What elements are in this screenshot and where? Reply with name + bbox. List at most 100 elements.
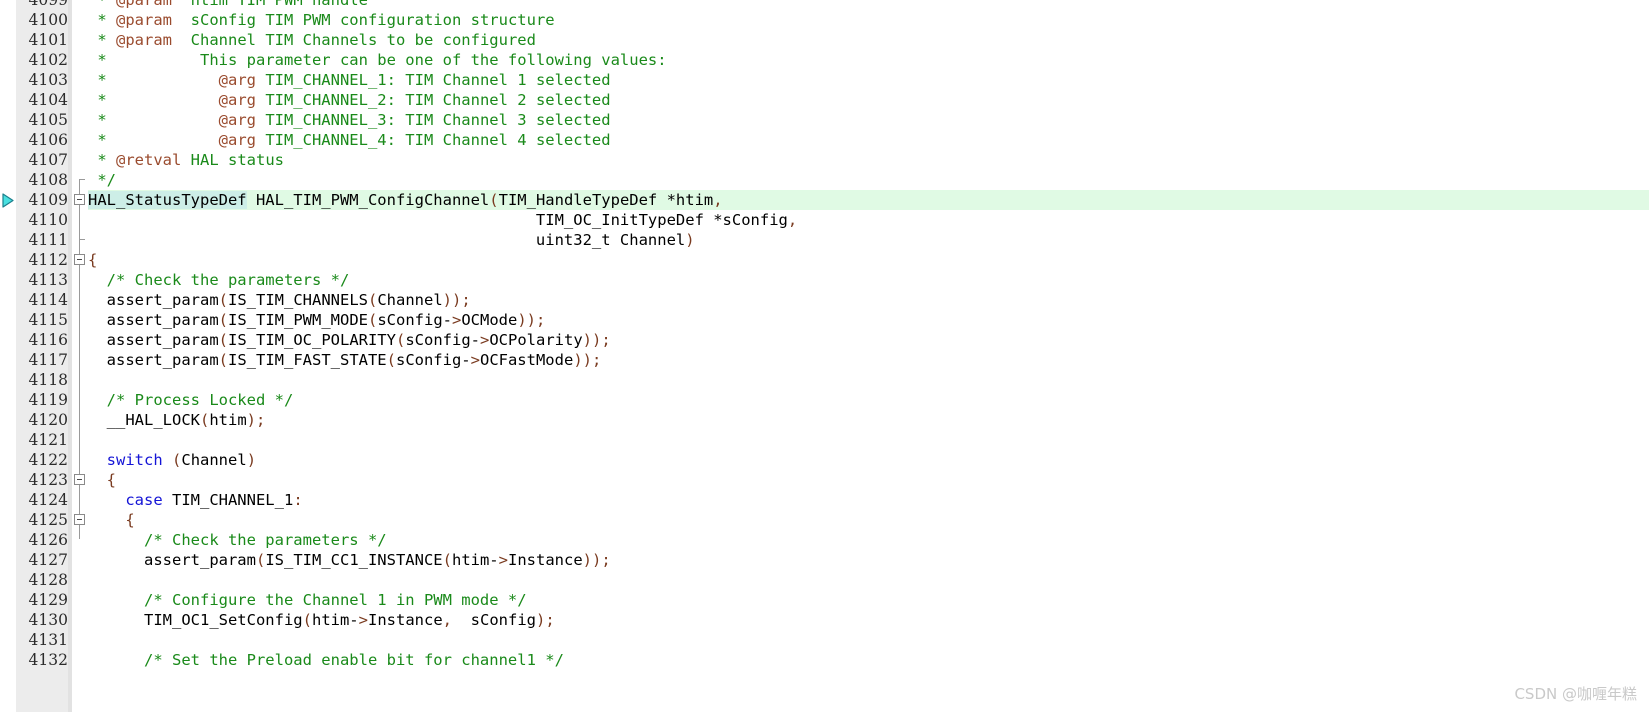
- code-line[interactable]: 4117 assert_param(IS_TIM_FAST_STATE(sCon…: [0, 350, 1649, 370]
- code-line[interactable]: 4106 * @arg TIM_CHANNEL_4: TIM Channel 4…: [0, 130, 1649, 150]
- line-number: 4121: [28, 431, 68, 449]
- code-line[interactable]: 4111 uint32_t Channel): [0, 230, 1649, 250]
- code-line[interactable]: 4112 {: [0, 250, 1649, 270]
- punctuation-token: {: [125, 511, 135, 529]
- comment-token: * This parameter can be one of the follo…: [88, 51, 667, 69]
- code-token: IS_TIM_CHANNELS: [228, 291, 368, 309]
- comment-token: Channel TIM Channels to be configured: [172, 31, 536, 49]
- code-text[interactable]: uint32_t Channel): [88, 230, 695, 250]
- code-text[interactable]: * @arg TIM_CHANNEL_3: TIM Channel 3 sele…: [88, 110, 610, 130]
- code-line[interactable]: 4116 assert_param(IS_TIM_OC_POLARITY(sCo…: [0, 330, 1649, 350]
- bookmark-triangle-icon[interactable]: [2, 193, 14, 208]
- code-line[interactable]: 4126 /* Check the parameters */: [0, 530, 1649, 550]
- code-folding-gutter[interactable]: [72, 0, 88, 712]
- code-line[interactable]: 4110 TIM_OC_InitTypeDef *sConfig,: [0, 210, 1649, 230]
- code-text[interactable]: TIM_OC_InitTypeDef *sConfig,: [88, 210, 797, 230]
- code-text[interactable]: assert_param(IS_TIM_PWM_MODE(sConfig->OC…: [88, 310, 546, 330]
- line-number: 4100: [28, 11, 68, 29]
- code-line[interactable]: 4125 {: [0, 510, 1649, 530]
- code-line[interactable]: 4115 assert_param(IS_TIM_PWM_MODE(sConfi…: [0, 310, 1649, 330]
- code-text[interactable]: * @param sConfig TIM PWM configuration s…: [88, 10, 554, 30]
- code-text[interactable]: * This parameter can be one of the follo…: [88, 50, 667, 70]
- code-line[interactable]: 4129 /* Configure the Channel 1 in PWM m…: [0, 590, 1649, 610]
- fold-collapse-icon[interactable]: [74, 194, 85, 205]
- code-line[interactable]: 4118: [0, 370, 1649, 390]
- line-number: 4112: [28, 251, 68, 269]
- code-line[interactable]: 4099 * @param htim TIM PWM handle: [0, 0, 1649, 10]
- code-line[interactable]: 4109 HAL_StatusTypeDef HAL_TIM_PWM_Config…: [0, 190, 1649, 210]
- code-token: sConfig: [461, 611, 536, 629]
- code-line[interactable]: 4105 * @arg TIM_CHANNEL_3: TIM Channel 3…: [0, 110, 1649, 130]
- code-line[interactable]: 4127 assert_param(IS_TIM_CC1_INSTANCE(ht…: [0, 550, 1649, 570]
- code-text[interactable]: case TIM_CHANNEL_1:: [88, 490, 302, 510]
- code-token: IS_TIM_PWM_MODE: [228, 311, 368, 329]
- code-line[interactable]: 4121: [0, 430, 1649, 450]
- code-text[interactable]: */: [88, 170, 116, 190]
- code-line[interactable]: 4104 * @arg TIM_CHANNEL_2: TIM Channel 2…: [0, 90, 1649, 110]
- keyword-token: switch: [106, 451, 163, 469]
- code-line[interactable]: 4131: [0, 630, 1649, 650]
- code-editor[interactable]: 4099 * @param htim TIM PWM handle 4100 * …: [0, 0, 1649, 712]
- code-line[interactable]: 4120 __HAL_LOCK(htim);: [0, 410, 1649, 430]
- line-number: 4101: [28, 31, 68, 49]
- code-text[interactable]: HAL_StatusTypeDef HAL_TIM_PWM_ConfigChan…: [88, 190, 723, 210]
- code-text[interactable]: __HAL_LOCK(htim);: [88, 410, 266, 430]
- code-line[interactable]: 4113 /* Check the parameters */: [0, 270, 1649, 290]
- code-line[interactable]: 4107 * @retval HAL status: [0, 150, 1649, 170]
- code-line[interactable]: 4119 /* Process Locked */: [0, 390, 1649, 410]
- code-token: IS_TIM_CC1_INSTANCE: [265, 551, 443, 569]
- punctuation-token: (: [218, 291, 228, 309]
- line-number: 4128: [28, 571, 68, 589]
- code-text[interactable]: /* Configure the Channel 1 in PWM mode *…: [88, 590, 527, 610]
- line-number: 4129: [28, 591, 68, 609]
- code-text[interactable]: TIM_OC1_SetConfig(htim->Instance, sConfi…: [88, 610, 555, 630]
- code-text[interactable]: * @arg TIM_CHANNEL_4: TIM Channel 4 sele…: [88, 130, 611, 150]
- code-line[interactable]: 4130 TIM_OC1_SetConfig(htim->Instance, s…: [0, 610, 1649, 630]
- code-token: TIM_OC_InitTypeDef *sConfig: [88, 211, 788, 229]
- code-line[interactable]: 4123 {: [0, 470, 1649, 490]
- code-text[interactable]: assert_param(IS_TIM_FAST_STATE(sConfig->…: [88, 350, 602, 370]
- code-line[interactable]: 4103 * @arg TIM_CHANNEL_1: TIM Channel 1…: [0, 70, 1649, 90]
- code-text[interactable]: {: [88, 250, 97, 270]
- comment-token: TIM_CHANNEL_4: TIM Channel 4 selected: [255, 131, 611, 149]
- code-token: assert_param: [88, 291, 219, 309]
- code-line[interactable]: 4108 */: [0, 170, 1649, 190]
- code-text[interactable]: /* Process Locked */: [88, 390, 294, 410]
- punctuation-token: (: [442, 551, 452, 569]
- fold-collapse-icon[interactable]: [74, 474, 85, 485]
- fold-collapse-icon[interactable]: [74, 254, 85, 265]
- code-text[interactable]: * @retval HAL status: [88, 150, 284, 170]
- code-line[interactable]: 4124 case TIM_CHANNEL_1:: [0, 490, 1649, 510]
- line-number: 4115: [28, 311, 68, 329]
- code-text[interactable]: * @arg TIM_CHANNEL_2: TIM Channel 2 sele…: [88, 90, 610, 110]
- code-text[interactable]: * @param Channel TIM Channels to be conf…: [88, 30, 536, 50]
- code-text[interactable]: * @arg TIM_CHANNEL_1: TIM Channel 1 sele…: [88, 70, 610, 90]
- code-line[interactable]: 4132 /* Set the Preload enable bit for c…: [0, 650, 1649, 670]
- selected-token: HAL_StatusTypeDef: [88, 191, 247, 209]
- line-number: 4127: [28, 551, 68, 569]
- code-line[interactable]: 4122 switch (Channel): [0, 450, 1649, 470]
- punctuation-token: (: [218, 311, 228, 329]
- code-line[interactable]: 4128: [0, 570, 1649, 590]
- code-text[interactable]: assert_param(IS_TIM_OC_POLARITY(sConfig-…: [88, 330, 611, 350]
- bookmark-gutter[interactable]: [0, 0, 16, 712]
- code-text[interactable]: * @param htim TIM PWM handle: [88, 0, 368, 10]
- comment-token: /* Check the parameters */: [88, 531, 387, 549]
- code-text[interactable]: /* Check the parameters */: [88, 530, 387, 550]
- code-line[interactable]: 4101 * @param Channel TIM Channels to be…: [0, 30, 1649, 50]
- code-text[interactable]: switch (Channel): [88, 450, 256, 470]
- code-text[interactable]: /* Set the Preload enable bit for channe…: [88, 650, 564, 670]
- code-text[interactable]: {: [88, 470, 116, 490]
- code-text[interactable]: assert_param(IS_TIM_CHANNELS(Channel));: [88, 290, 471, 310]
- fold-collapse-icon[interactable]: [74, 514, 85, 525]
- code-line[interactable]: 4102 * This parameter can be one of the …: [0, 50, 1649, 70]
- code-line[interactable]: 4100 * @param sConfig TIM PWM configurat…: [0, 10, 1649, 30]
- code-text[interactable]: assert_param(IS_TIM_CC1_INSTANCE(htim->I…: [88, 550, 611, 570]
- code-text[interactable]: /* Check the parameters */: [88, 270, 350, 290]
- code-text[interactable]: {: [88, 510, 135, 530]
- code-line[interactable]: 4114 assert_param(IS_TIM_CHANNELS(Channe…: [0, 290, 1649, 310]
- doc-tag-token: @arg: [218, 91, 256, 109]
- punctuation-token: >: [358, 611, 368, 629]
